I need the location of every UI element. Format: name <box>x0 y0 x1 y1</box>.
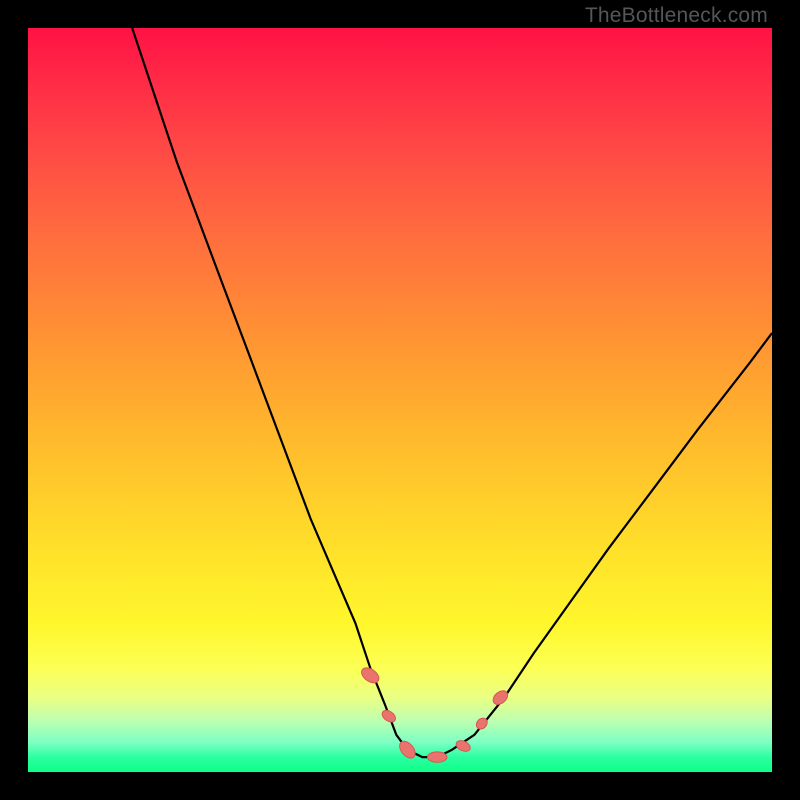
curve-marker <box>428 752 447 762</box>
chart-frame: TheBottleneck.com <box>0 0 800 800</box>
curve-marker <box>454 739 471 754</box>
bottleneck-curve <box>132 28 772 757</box>
curve-marker <box>491 688 511 707</box>
chart-svg <box>28 28 772 772</box>
curve-marker <box>397 738 419 761</box>
chart-plot-area <box>28 28 772 772</box>
curve-marker <box>380 708 398 724</box>
curve-markers <box>359 665 510 762</box>
attribution-label: TheBottleneck.com <box>585 4 768 28</box>
